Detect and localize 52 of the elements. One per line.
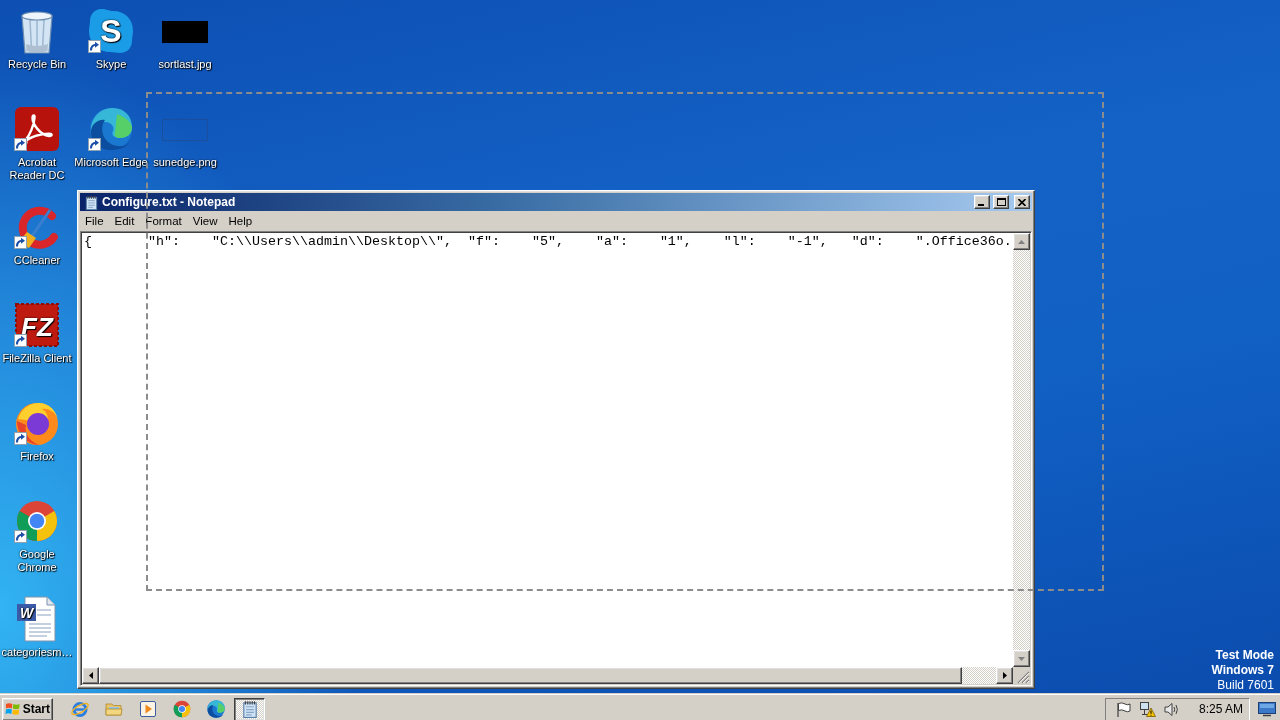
media-player-icon[interactable] [138,699,158,719]
desktop-icon[interactable]: W categoriesm… [1,595,73,659]
close-icon [1018,198,1026,206]
menu-item[interactable]: Help [223,214,259,229]
desktop-notice-text: Build 7601 [1217,678,1274,693]
menu-item[interactable]: File [80,214,110,229]
desktop-icon[interactable]: Acrobat Reader DC [0,105,74,182]
window-title: Configure.txt - Notepad [102,195,236,209]
menu-item[interactable]: Format [140,214,188,229]
chrome-icon[interactable] [172,699,192,719]
network-warning-icon[interactable] [1138,700,1156,718]
menu-item[interactable]: View [187,214,224,229]
clock[interactable]: 8:25 AM [1198,702,1243,716]
scroll-left-button[interactable] [82,667,99,684]
image-thumbnail [162,21,208,43]
start-button[interactable]: Start [2,697,53,720]
scroll-up-button[interactable] [1013,233,1030,250]
edge-icon[interactable] [206,699,226,719]
triangle-up-icon [1018,239,1025,244]
desktop-icon[interactable]: FZ FileZilla Client [2,301,72,365]
show-desktop-icon[interactable] [1258,701,1276,717]
windows-flag-icon [5,701,21,717]
scroll-right-button[interactable] [996,667,1013,684]
speaker-icon[interactable] [1162,700,1180,718]
flag-icon[interactable] [1114,700,1132,718]
taskbar-window-button[interactable] [234,697,265,720]
triangle-down-icon [1018,656,1025,661]
menu-item[interactable]: Edit [109,214,141,229]
triangle-left-icon [88,672,93,679]
desktop-icon[interactable]: Recycle Bin [7,7,67,71]
filezilla-logo[interactable]: FZ [13,301,61,349]
scroll-down-button[interactable] [1013,650,1030,667]
edge-icon[interactable] [87,105,135,153]
desktop-icon[interactable]: Microsoft Edge [74,105,148,169]
desktop-icon[interactable]: CCleaner [13,203,61,267]
close-button[interactable] [1014,195,1030,209]
internet-explorer-icon[interactable] [70,699,90,719]
scrollbar-thumb[interactable] [99,667,962,684]
minimize-button[interactable] [974,195,990,209]
notepad-icon [84,194,99,210]
maximize-button[interactable] [993,195,1009,209]
notepad-icon [240,700,259,718]
maximize-icon [996,198,1006,206]
desktop-notice-text: Windows 7 [1211,663,1274,678]
image-thumbnail [162,119,208,141]
desktop-icon[interactable]: S Skype [87,7,135,71]
acrobat-icon[interactable] [13,105,61,153]
triangle-right-icon [1002,672,1007,679]
desktop-icon[interactable]: sunedge.png [153,105,217,169]
desktop-notice-text: Test Mode [1215,648,1274,663]
text-editor-field[interactable]: { "h": "C:\\Users\\admin\\Desktop\\", "f": "5", "a": "1", "l": "-1", "d": ".Office36o. [82,233,1013,667]
desktop-icon[interactable]: sortlast.jpg [158,7,212,71]
